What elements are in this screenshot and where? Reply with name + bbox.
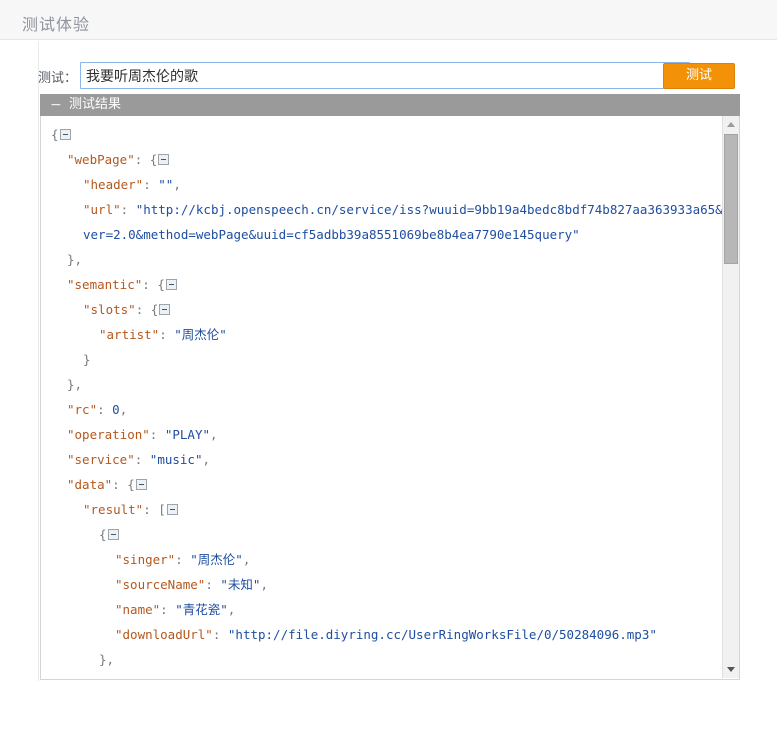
json-punct: : — [212, 627, 228, 642]
json-value: "http://kcbj.openspeech.cn/service/iss?w… — [83, 202, 723, 242]
json-punct: , — [119, 402, 128, 417]
json-punct: , — [202, 452, 211, 467]
json-line: "webPage": { — [51, 147, 723, 172]
json-key: "url" — [83, 202, 121, 217]
test-input[interactable] — [80, 62, 690, 89]
json-line: } — [51, 347, 723, 372]
json-punct: }, — [67, 377, 83, 392]
json-line: "result": [ — [51, 497, 723, 522]
json-punct: }, — [67, 252, 83, 267]
json-collapse-toggle-icon[interactable] — [59, 129, 71, 140]
vertical-scrollbar[interactable] — [722, 116, 739, 678]
json-line: { — [51, 122, 723, 147]
json-punct: , — [227, 602, 236, 617]
json-punct: } — [83, 352, 91, 367]
scroll-down-arrow-icon[interactable] — [723, 661, 739, 678]
json-punct: : { — [135, 302, 159, 317]
scroll-up-arrow-icon[interactable] — [723, 116, 739, 133]
json-punct: { — [51, 127, 59, 142]
json-key: "singer" — [115, 552, 176, 567]
test-form-row: 测试： 测试 — [38, 62, 738, 92]
json-punct: , — [260, 577, 268, 592]
json-line: "artist": "周杰伦" — [51, 322, 723, 347]
json-key: "sourceName" — [115, 577, 206, 592]
json-value: "青花瓷" — [175, 602, 228, 617]
json-punct: }, — [99, 652, 115, 667]
result-panel-header[interactable]: − 测试结果 — [40, 94, 740, 116]
page-header: 测试体验 — [0, 0, 777, 40]
json-punct: : { — [142, 277, 165, 292]
json-line: }, — [51, 247, 723, 272]
json-value: "" — [158, 177, 174, 192]
json-key: "downloadUrl" — [115, 627, 213, 642]
json-punct: : { — [112, 477, 135, 492]
json-collapse-toggle-icon[interactable] — [158, 154, 170, 165]
json-punct: : [ — [143, 502, 166, 517]
json-value: "周杰伦" — [174, 327, 227, 342]
json-key: "name" — [115, 602, 161, 617]
json-key: "artist" — [99, 327, 160, 342]
json-punct: : — [175, 552, 191, 567]
json-line: "data": { — [51, 472, 723, 497]
json-punct: : — [120, 202, 136, 217]
json-key: "data" — [67, 477, 113, 492]
test-input-label: 测试： — [38, 71, 78, 86]
json-value: "周杰伦" — [190, 552, 243, 567]
json-value: "http://file.diyring.cc/UserRingWorksFil… — [227, 627, 657, 642]
json-punct: : — [149, 427, 165, 442]
json-collapse-toggle-icon[interactable] — [135, 479, 147, 490]
json-key: "semantic" — [67, 277, 143, 292]
json-punct: : — [160, 602, 176, 617]
json-line: "name": "青花瓷", — [51, 597, 723, 622]
json-line: }, — [51, 372, 723, 397]
test-submit-button[interactable]: 测试 — [663, 63, 735, 89]
json-line: }, — [51, 647, 723, 672]
json-punct: : — [143, 177, 159, 192]
json-value: "PLAY" — [164, 427, 211, 442]
scrollbar-thumb[interactable] — [724, 134, 738, 264]
json-line: "header": "", — [51, 172, 723, 197]
json-punct: : — [134, 452, 150, 467]
json-value: "未知" — [220, 577, 261, 592]
json-line: { — [51, 522, 723, 547]
json-punct: { — [99, 527, 107, 542]
json-punct: , — [173, 177, 181, 192]
json-value: "music" — [149, 452, 203, 467]
json-key: "service" — [67, 452, 135, 467]
json-collapse-toggle-icon[interactable] — [107, 529, 119, 540]
result-panel-title: 测试结果 — [69, 97, 122, 112]
json-key: "webPage" — [67, 152, 135, 167]
json-line: "slots": { — [51, 297, 723, 322]
collapse-minus-icon[interactable]: − — [50, 95, 62, 115]
result-panel: {"webPage": {"header": "", "url": "http:/… — [40, 116, 740, 680]
json-collapse-toggle-icon[interactable] — [166, 504, 178, 515]
json-line: "operation": "PLAY", — [51, 422, 723, 447]
json-line: "url": "http://kcbj.openspeech.cn/servic… — [51, 197, 723, 247]
json-punct: : — [159, 327, 175, 342]
json-viewer[interactable]: {"webPage": {"header": "", "url": "http:/… — [41, 116, 723, 678]
json-line: "semantic": { — [51, 272, 723, 297]
json-key: "header" — [83, 177, 144, 192]
json-punct: : — [205, 577, 221, 592]
json-line: "singer": "周杰伦", — [51, 547, 723, 572]
json-punct: , — [210, 427, 218, 442]
json-line: "service": "music", — [51, 447, 723, 472]
json-key: "slots" — [83, 302, 136, 317]
json-key: "operation" — [67, 427, 150, 442]
json-collapse-toggle-icon[interactable] — [165, 279, 177, 290]
json-punct: , — [242, 552, 251, 567]
json-line: "rc": 0, — [51, 397, 723, 422]
page-title: 测试体验 — [22, 15, 91, 34]
json-key: "result" — [83, 502, 144, 517]
json-line: "downloadUrl": "http://file.diyring.cc/U… — [51, 622, 723, 647]
json-collapse-toggle-icon[interactable] — [159, 304, 171, 315]
json-line: "sourceName": "未知", — [51, 572, 723, 597]
json-punct: : { — [134, 152, 158, 167]
json-key: "rc" — [67, 402, 98, 417]
json-punct: : — [97, 402, 113, 417]
json-value: 0 — [112, 402, 120, 417]
